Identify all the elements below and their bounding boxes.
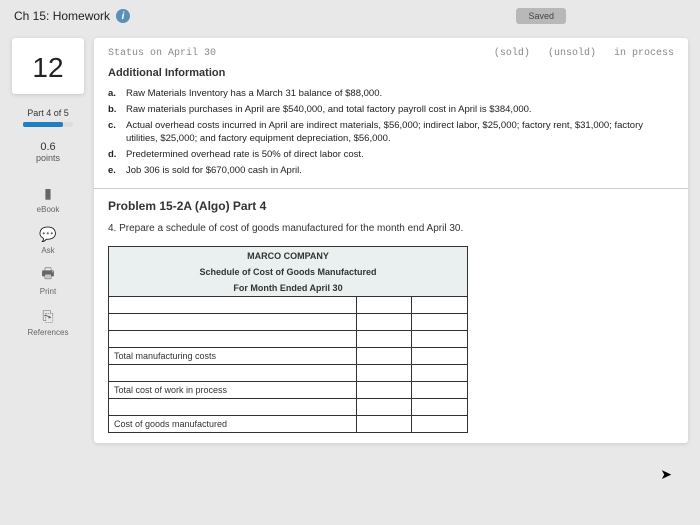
page-header: Ch 15: Homework i Saved xyxy=(0,0,700,32)
schedule-period: For Month Ended April 30 xyxy=(109,280,467,296)
references-tool[interactable]: ⎘ References xyxy=(28,306,69,337)
table-row: Total cost of work in process xyxy=(109,381,467,398)
ask-tool[interactable]: 💬 Ask xyxy=(38,224,58,255)
row-value-input[interactable] xyxy=(412,297,467,313)
cogs-manufactured-label: Cost of goods manufactured xyxy=(109,416,357,432)
row-value-input[interactable] xyxy=(412,416,467,432)
row-value-input[interactable] xyxy=(357,365,412,381)
total-work-in-process-label: Total cost of work in process xyxy=(109,382,357,398)
section-divider xyxy=(94,188,688,189)
info-e: Job 306 is sold for $670,000 cash in Apr… xyxy=(126,164,302,178)
cursor-icon: ➤ xyxy=(660,466,672,483)
references-label: References xyxy=(28,328,69,337)
row-value-input[interactable] xyxy=(357,399,412,415)
ebook-tool[interactable]: ▮ eBook xyxy=(37,183,60,214)
references-icon: ⎘ xyxy=(38,306,58,326)
info-b: Raw materials purchases in April are $54… xyxy=(126,103,532,117)
row-value-input[interactable] xyxy=(357,331,412,347)
table-row: Cost of goods manufactured xyxy=(109,415,467,432)
print-icon: 🖶 xyxy=(38,265,58,285)
row-value-input[interactable] xyxy=(412,314,467,330)
table-row xyxy=(109,313,467,330)
additional-info-heading: Additional Information xyxy=(108,67,674,79)
status-row: Status on April 30 (sold) (unsold) in pr… xyxy=(108,48,674,59)
progress-bar xyxy=(23,122,73,127)
row-value-input[interactable] xyxy=(357,297,412,313)
saved-badge: Saved xyxy=(516,8,566,24)
row-label-input[interactable] xyxy=(109,399,357,415)
row-value-input[interactable] xyxy=(357,348,412,364)
row-label-input[interactable] xyxy=(109,314,357,330)
row-label-input[interactable] xyxy=(109,297,357,313)
table-row xyxy=(109,364,467,381)
progress-fill xyxy=(23,122,63,127)
row-value-input[interactable] xyxy=(412,331,467,347)
table-row xyxy=(109,398,467,415)
info-a: Raw Materials Inventory has a March 31 b… xyxy=(126,87,382,101)
row-value-input[interactable] xyxy=(357,382,412,398)
row-value-input[interactable] xyxy=(412,399,467,415)
print-tool[interactable]: 🖶 Print xyxy=(38,265,58,296)
points-block: 0.6 points xyxy=(12,141,84,163)
part-label: Part 4 of 5 xyxy=(12,108,84,118)
row-label-input[interactable] xyxy=(109,331,357,347)
row-value-input[interactable] xyxy=(357,314,412,330)
info-c: Actual overhead costs incurred in April … xyxy=(126,119,674,147)
chapter-title: Ch 15: Homework xyxy=(14,9,110,23)
row-label-input[interactable] xyxy=(109,365,357,381)
status-unsold: (unsold) xyxy=(548,48,596,59)
additional-info-list: a.Raw Materials Inventory has a March 31… xyxy=(108,87,674,178)
row-value-input[interactable] xyxy=(412,348,467,364)
ebook-icon: ▮ xyxy=(38,183,58,203)
table-row xyxy=(109,330,467,347)
status-left: Status on April 30 xyxy=(108,48,216,59)
row-value-input[interactable] xyxy=(412,365,467,381)
ask-label: Ask xyxy=(38,246,58,255)
question-number-card: 12 xyxy=(12,38,84,94)
points-value: 0.6 xyxy=(12,141,84,153)
question-number: 12 xyxy=(12,52,84,84)
status-process: in process xyxy=(614,48,674,59)
row-value-input[interactable] xyxy=(412,382,467,398)
schedule-company: MARCO COMPANY xyxy=(109,247,467,264)
problem-title: Problem 15-2A (Algo) Part 4 xyxy=(108,199,674,213)
schedule-header: MARCO COMPANY Schedule of Cost of Goods … xyxy=(109,247,467,297)
points-label: points xyxy=(12,153,84,163)
sidebar: 12 Part 4 of 5 0.6 points ▮ eBook 💬 Ask … xyxy=(12,38,84,443)
table-row xyxy=(109,297,467,313)
schedule-table: MARCO COMPANY Schedule of Cost of Goods … xyxy=(108,246,468,433)
info-icon[interactable]: i xyxy=(116,9,130,23)
print-label: Print xyxy=(38,287,58,296)
content-panel: Status on April 30 (sold) (unsold) in pr… xyxy=(94,38,688,443)
part-indicator: Part 4 of 5 xyxy=(12,108,84,127)
status-sold: (sold) xyxy=(494,48,530,59)
ebook-label: eBook xyxy=(37,205,60,214)
ask-icon: 💬 xyxy=(38,224,58,244)
table-row: Total manufacturing costs xyxy=(109,347,467,364)
schedule-title: Schedule of Cost of Goods Manufactured xyxy=(109,264,467,280)
row-value-input[interactable] xyxy=(357,416,412,432)
problem-instruction: 4. Prepare a schedule of cost of goods m… xyxy=(108,223,674,234)
total-manufacturing-label: Total manufacturing costs xyxy=(109,348,357,364)
info-d: Predetermined overhead rate is 50% of di… xyxy=(126,148,364,162)
